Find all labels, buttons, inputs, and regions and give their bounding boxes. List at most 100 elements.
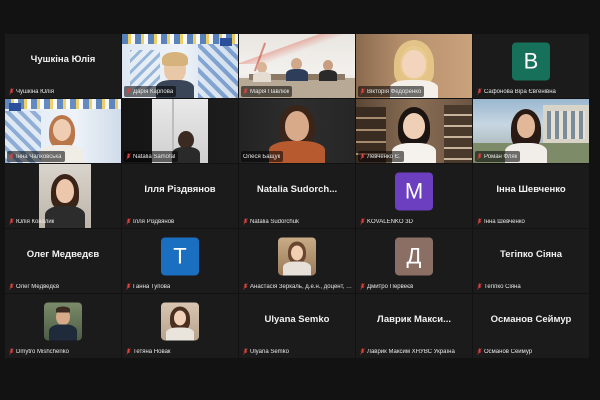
participant-display-name: Ілля Різдвянов [144, 183, 216, 195]
participant-tile[interactable]: Тетяна Новак [122, 294, 238, 358]
avatar-initial: M [404, 178, 424, 204]
participant-tile[interactable]: Інна Шевченко Інна Шевченко [473, 164, 589, 228]
mic-muted-icon [360, 218, 365, 225]
participant-label: Дарія Карпова [124, 86, 177, 97]
participant-tile[interactable]: Юлія Ковалик [5, 164, 121, 228]
participant-tile[interactable]: Марія Павлюк [239, 34, 355, 98]
participant-tile[interactable]: Ulyana Semko Ulyana Semko [239, 294, 355, 358]
participant-label-text: Марія Павлюк [250, 88, 290, 95]
participant-tile[interactable]: Анастасія Зеркаль, д.е.н., доцент, пр... [239, 229, 355, 293]
participant-avatar: Д [395, 237, 433, 276]
mic-muted-icon [477, 153, 482, 160]
participant-label: Олеся Бащук [241, 151, 284, 162]
participant-tile[interactable]: Д Дмитро Первеєв [356, 229, 472, 293]
participant-label-text: Юлія Ковалик [16, 218, 55, 225]
mic-muted-icon [9, 153, 14, 160]
mic-muted-icon [360, 283, 365, 290]
participant-tile[interactable]: Лаврик Макси... Лаврик Максим ХНУВС Укра… [356, 294, 472, 358]
participant-display-name: Чушкіна Юлія [30, 53, 96, 65]
mic-muted-icon [126, 283, 131, 290]
participant-label: Анастасія Зеркаль, д.е.н., доцент, пр... [241, 281, 355, 292]
participant-label: Чушкіна Юлія [7, 86, 57, 97]
mic-muted-icon [9, 348, 14, 355]
participant-tile[interactable]: Олег Медведєв Олег Медведєв [5, 229, 121, 293]
mic-muted-icon [126, 153, 131, 160]
mic-muted-icon [9, 88, 14, 95]
mic-muted-icon [126, 88, 131, 95]
participant-display-name: Natalia Sudorch... [256, 183, 338, 195]
participant-label: Вікторія Федоренко [358, 86, 425, 97]
mic-muted-icon [126, 348, 131, 355]
participant-tile[interactable]: T Ганна Тупова [122, 229, 238, 293]
participant-label: Лаврик Максим ХНУВС Україна [358, 346, 458, 357]
participant-label-text: Natalia Samofal [133, 153, 176, 160]
participant-tile[interactable]: Левченко Є. [356, 99, 472, 163]
participant-label: Тетяна Новак [124, 346, 174, 357]
participant-label: Ганна Тупова [124, 281, 173, 292]
mic-muted-icon [477, 283, 482, 290]
mic-muted-icon [360, 88, 365, 95]
avatar-initial: Д [406, 243, 422, 269]
video-conference-window: Чушкіна Юлія Чушкіна Юлія Дарія Карпова [0, 0, 600, 400]
participant-label: Дмитро Первеєв [358, 281, 416, 292]
participant-label: Ulyana Semko [241, 346, 292, 357]
participant-gallery: Чушкіна Юлія Чушкіна Юлія Дарія Карпова [5, 34, 589, 358]
participant-label-text: Дмитро Первеєв [367, 283, 414, 290]
mic-muted-icon [243, 88, 248, 95]
participant-label: Марія Павлюк [241, 86, 293, 97]
mic-muted-icon [477, 218, 482, 225]
participant-label-text: Ганна Тупова [133, 283, 171, 290]
mic-muted-icon [243, 218, 248, 225]
participant-label: KOVALENKO 3D [358, 216, 416, 227]
participant-tile[interactable]: Вікторія Федоренко [356, 34, 472, 98]
participant-label-text: Тетяна Новак [133, 348, 171, 355]
participant-tile[interactable]: Natalia Sudorch... Natalia Sudorchuk [239, 164, 355, 228]
participant-tile[interactable]: Інна Чалковська [5, 99, 121, 163]
participant-label-text: Тегіпко Сіяна [484, 283, 521, 290]
participant-tile[interactable]: M KOVALENKO 3D [356, 164, 472, 228]
participant-avatar: T [161, 237, 199, 276]
participant-label-text: Чушкіна Юлія [16, 88, 54, 95]
participant-tile[interactable]: Роман Фляк [473, 99, 589, 163]
participant-label: Сафонова Віра Євгенівна [475, 86, 559, 97]
participant-label: Юлія Ковалик [7, 216, 57, 227]
participant-display-name: Інна Шевченко [496, 183, 566, 195]
participant-tile[interactable]: Тегіпко Сіяна Тегіпко Сіяна [473, 229, 589, 293]
participant-tile[interactable]: Ілля Різдвянов Ілля Різдвянов [122, 164, 238, 228]
participant-tile[interactable]: Dmytro Mishchenko [5, 294, 121, 358]
participant-tile-active-speaker[interactable]: Олеся Бащук [239, 99, 355, 163]
participant-tile[interactable]: В Сафонова Віра Євгенівна [473, 34, 589, 98]
participant-label-text: Анастасія Зеркаль, д.е.н., доцент, пр... [250, 283, 353, 290]
mic-muted-icon [477, 88, 482, 95]
participant-label-text: Левченко Є. [367, 153, 401, 160]
participant-display-name: Лаврик Макси... [376, 313, 452, 325]
participant-label-text: Дарія Карпова [133, 88, 174, 95]
participant-label-text: Османов Сеймур [484, 348, 533, 355]
participant-tile[interactable]: Чушкіна Юлія Чушкіна Юлія [5, 34, 121, 98]
participant-tile[interactable]: Дарія Карпова [122, 34, 238, 98]
participant-label-text: Олег Медведєв [16, 283, 60, 290]
avatar-initial: В [523, 48, 539, 74]
participant-label-text: Лаврик Максим ХНУВС Україна [367, 348, 455, 355]
participant-label: Natalia Sudorchuk [241, 216, 302, 227]
participant-tile[interactable]: Natalia Samofal [122, 99, 238, 163]
participant-tile[interactable]: Османов Сеймур Османов Сеймур [473, 294, 589, 358]
participant-avatar: В [512, 42, 550, 81]
participant-label-text: Інна Шевченко [484, 218, 525, 225]
participant-label-text: Ulyana Semko [250, 348, 290, 355]
participant-label-text: Dmytro Mishchenko [16, 348, 70, 355]
participant-avatar: M [395, 172, 433, 211]
participant-avatar-photo [44, 302, 82, 341]
participant-label: Інна Шевченко [475, 216, 528, 227]
participant-label: Natalia Samofal [124, 151, 179, 162]
mic-muted-icon [9, 283, 14, 290]
avatar-initial: T [173, 243, 187, 269]
participant-label-text: Ілля Різдвянов [133, 218, 175, 225]
participant-display-name: Тегіпко Сіяна [499, 248, 563, 260]
mic-muted-icon [243, 348, 248, 355]
participant-label: Ілля Різдвянов [124, 216, 177, 227]
participant-label-text: Natalia Sudorchuk [250, 218, 300, 225]
participant-label-text: Сафонова Віра Євгенівна [484, 88, 556, 95]
participant-label: Інна Чалковська [7, 151, 65, 162]
participant-label-text: Вікторія Федоренко [367, 88, 422, 95]
